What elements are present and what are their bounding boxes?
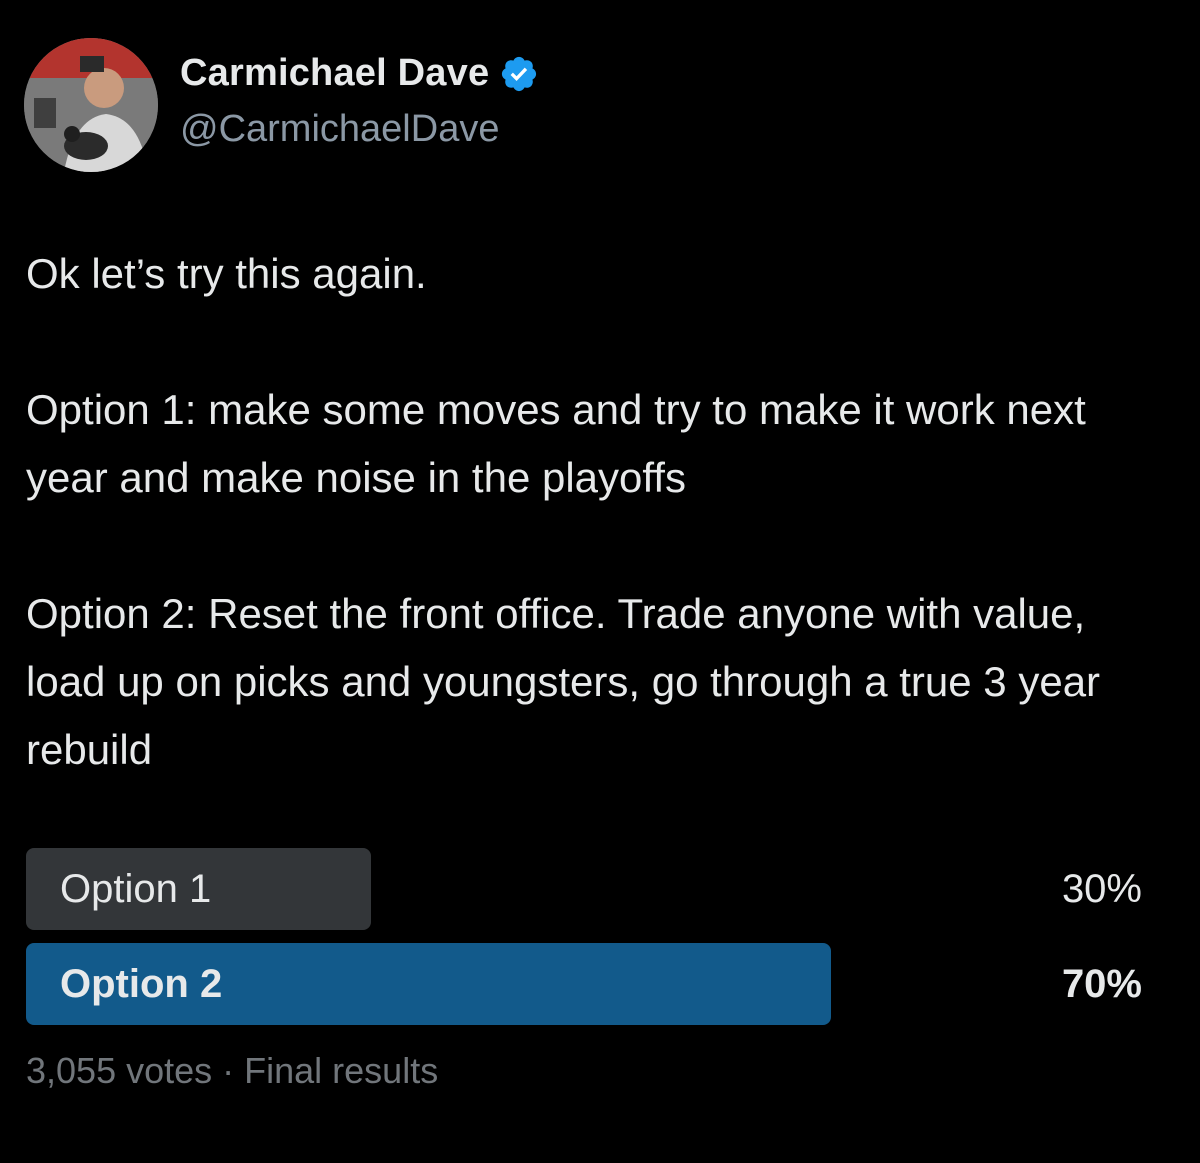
poll-status: Final results xyxy=(244,1050,439,1091)
tweet-text: Ok let’s try this again. Option 1: make … xyxy=(26,240,1176,784)
tweet-paragraph: Ok let’s try this again. xyxy=(26,250,427,297)
author-handle[interactable]: @CarmichaelDave xyxy=(180,108,499,151)
poll-option-2[interactable]: Option 2 70% xyxy=(26,943,1142,1025)
tweet-paragraph: Option 2: Reset the front office. Trade … xyxy=(26,590,1101,773)
avatar[interactable] xyxy=(24,38,158,172)
poll-vote-count: 3,055 votes xyxy=(26,1050,213,1091)
poll-option-1[interactable]: Option 1 30% xyxy=(26,848,1142,930)
poll-option-label: Option 1 xyxy=(60,867,212,911)
avatar-photo xyxy=(24,38,158,172)
poll-option-label: Option 2 xyxy=(60,962,223,1006)
poll-footer: 3,055 votes · Final results xyxy=(26,1050,438,1092)
verified-badge-icon xyxy=(499,54,539,94)
poll: Option 1 30% Option 2 70% xyxy=(26,848,1142,1038)
author-display-name[interactable]: Carmichael Dave xyxy=(180,52,489,95)
tweet-paragraph: Option 1: make some moves and try to mak… xyxy=(26,386,1086,501)
author-name-row: Carmichael Dave xyxy=(180,52,539,95)
poll-option-percent: 70% xyxy=(1061,962,1142,1006)
poll-separator: · xyxy=(212,1050,245,1091)
poll-option-percent: 30% xyxy=(1061,867,1142,911)
